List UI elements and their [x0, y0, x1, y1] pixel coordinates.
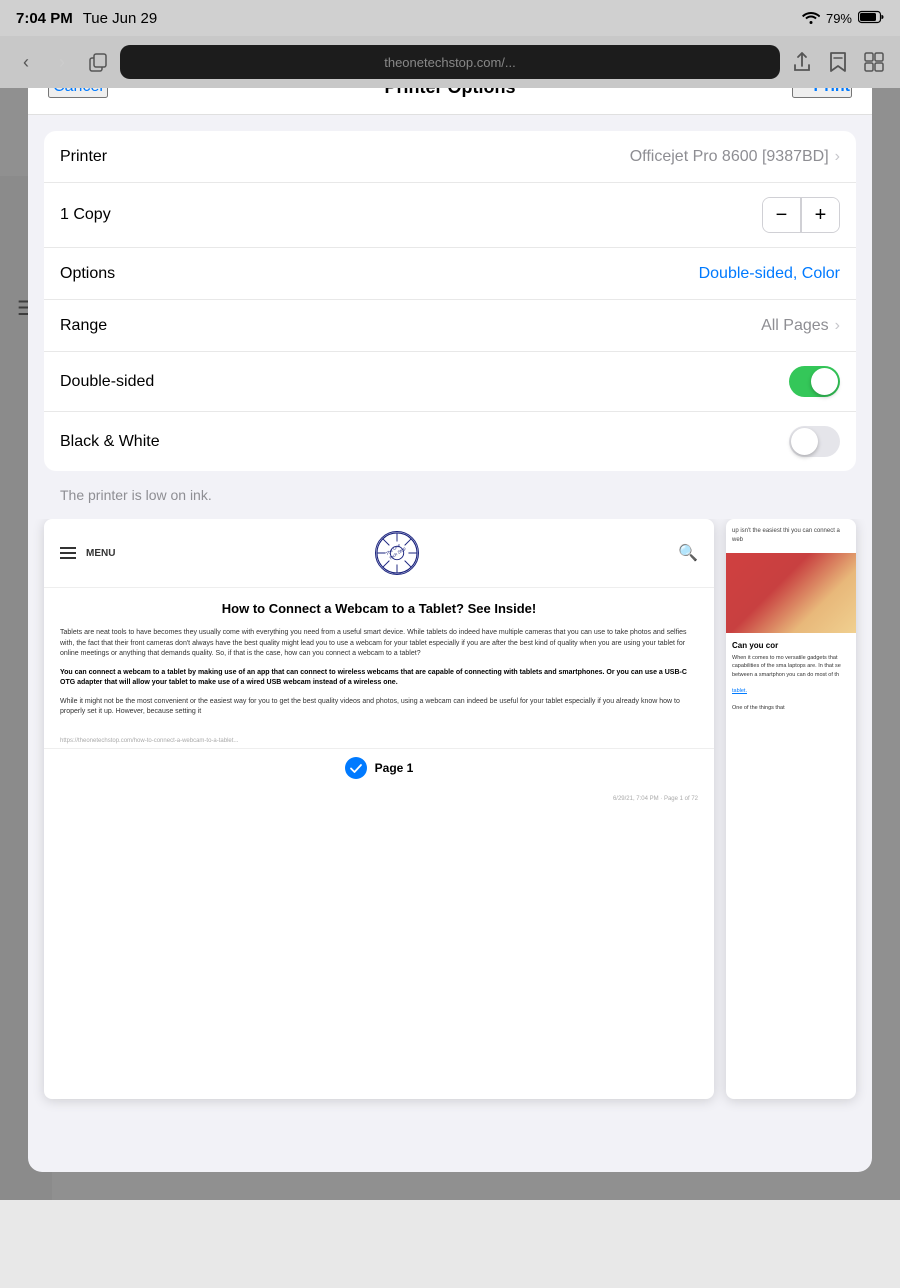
black-white-toggle-knob — [791, 428, 818, 455]
double-sided-toggle[interactable] — [789, 366, 840, 397]
secondary-body-text2: One of the things that — [732, 705, 785, 711]
secondary-body: When it comes to mo versatile gadgets th… — [726, 654, 856, 712]
menu-label: MENU — [86, 548, 115, 559]
preview-menu: MENU — [60, 547, 115, 559]
secondary-body-text1: When it comes to mo versatile gadgets th… — [732, 655, 841, 678]
status-bar: 7:04 PM Tue Jun 29 79% — [0, 0, 900, 36]
battery-icon — [858, 10, 884, 27]
hamburger-icon — [60, 547, 76, 559]
range-label: Range — [60, 317, 107, 335]
increase-copies-button[interactable]: + — [801, 198, 839, 232]
preview-footer: Page 1 — [44, 748, 714, 787]
preview-footer-date: 6/29/21, 7:04 PM · Page 1 of 72 — [613, 796, 698, 802]
black-white-toggle[interactable] — [789, 426, 840, 457]
range-chevron-icon: › — [835, 317, 840, 335]
preview-logo: The One Tech Stop — [375, 531, 419, 575]
options-row[interactable]: Options Double-sided, Color — [44, 248, 856, 300]
options-label: Options — [60, 265, 115, 283]
options-value: Double-sided, Color — [699, 265, 840, 283]
black-white-row: Black & White — [44, 412, 856, 471]
preview-secondary-page: up isn't the easiest thi you can connect… — [726, 519, 856, 1099]
printer-value-group: Officejet Pro 8600 [9387BD] › — [630, 148, 840, 166]
browser-toolbar: ‹ › theonetechstop.com/... — [0, 36, 900, 88]
preview-article: How to Connect a Webcam to a Tablet? See… — [44, 588, 714, 738]
preview-article-title: How to Connect a Webcam to a Tablet? See… — [60, 600, 698, 618]
preview-nav: MENU — [44, 519, 714, 588]
black-white-label: Black & White — [60, 433, 160, 451]
double-sided-toggle-knob — [811, 368, 838, 395]
preview-container: MENU — [28, 519, 872, 1115]
page-badge — [345, 757, 367, 779]
decrease-copies-button[interactable]: − — [763, 198, 801, 232]
secondary-image — [726, 553, 856, 633]
preview-footer-url-left: https://theonetechstop.com/how-to-connec… — [60, 738, 698, 744]
preview-search-icon: 🔍 — [678, 543, 698, 563]
bookmark-button[interactable] — [824, 48, 852, 76]
preview-main-page: MENU — [44, 519, 714, 1099]
status-date: Tue Jun 29 — [83, 10, 158, 27]
wifi-icon — [802, 10, 820, 27]
printer-value: Officejet Pro 8600 [9387BD] — [630, 148, 829, 166]
warning-text: The printer is low on ink. — [28, 479, 872, 519]
preview-para2: You can connect a webcam to a tablet by … — [60, 668, 698, 689]
battery-level: 79% — [826, 11, 852, 26]
share-button[interactable] — [788, 48, 816, 76]
secondary-heading: Can you cor — [726, 633, 856, 654]
range-value-group: All Pages › — [761, 317, 840, 335]
printer-label: Printer — [60, 148, 107, 166]
copy-stepper[interactable]: − + — [762, 197, 840, 233]
modal-body: Printer Officejet Pro 8600 [9387BD] › 1 … — [28, 115, 872, 1172]
printer-row[interactable]: Printer Officejet Pro 8600 [9387BD] › — [44, 131, 856, 183]
options-card: Printer Officejet Pro 8600 [9387BD] › 1 … — [44, 131, 856, 471]
range-row[interactable]: Range All Pages › — [44, 300, 856, 352]
printer-options-modal: Cancel Printer Options Print Printer Off… — [28, 58, 872, 1172]
preview-para3: While it might not be the most convenien… — [60, 697, 698, 718]
preview-page-label: Page 1 — [375, 761, 414, 775]
tabs-grid-button[interactable] — [860, 48, 888, 76]
forward-button[interactable]: › — [48, 48, 76, 76]
printer-chevron-icon: › — [835, 148, 840, 166]
status-time: 7:04 PM — [16, 10, 73, 27]
address-bar[interactable]: theonetechstop.com/... — [120, 45, 780, 79]
status-icons: 79% — [802, 10, 884, 27]
copy-row: 1 Copy − + — [44, 183, 856, 248]
preview-para1: Tablets are neat tools to have becomes t… — [60, 628, 698, 660]
copy-label: 1 Copy — [60, 206, 111, 224]
back-button[interactable]: ‹ — [12, 48, 40, 76]
double-sided-label: Double-sided — [60, 373, 154, 391]
range-value: All Pages — [761, 317, 829, 335]
tabs-button[interactable] — [84, 48, 112, 76]
secondary-text-top: up isn't the easiest thi you can connect… — [726, 519, 856, 553]
double-sided-row: Double-sided — [44, 352, 856, 412]
secondary-link: tablet. — [732, 688, 747, 694]
